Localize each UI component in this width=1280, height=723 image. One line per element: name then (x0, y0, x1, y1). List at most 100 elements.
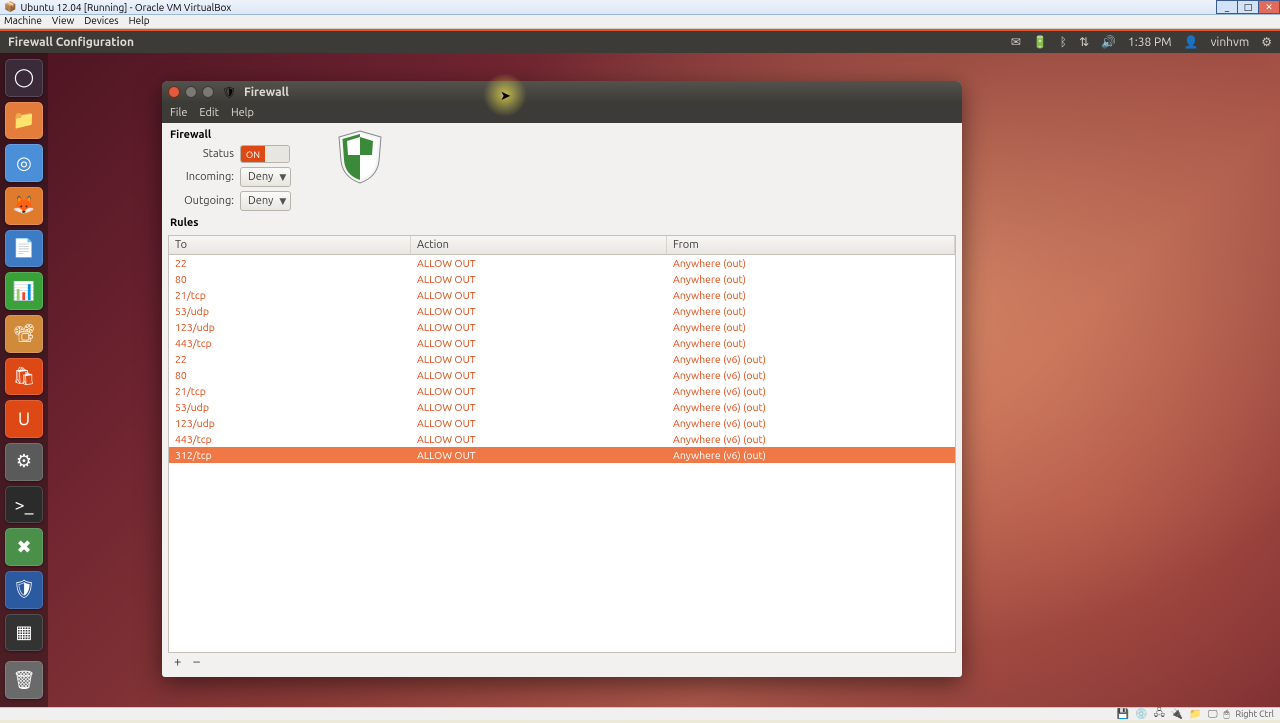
chevron-down-icon: ▼ (279, 196, 286, 207)
launcher-terminal[interactable]: >_ (5, 486, 43, 524)
rule-row[interactable]: 80ALLOW OUTAnywhere (out) (169, 271, 955, 287)
rule-row[interactable]: 21/tcpALLOW OUTAnywhere (out) (169, 287, 955, 303)
rule-row[interactable]: 123/udpALLOW OUTAnywhere (out) (169, 319, 955, 335)
clock[interactable]: 1:38 PM (1128, 36, 1172, 49)
rule-action: ALLOW OUT (411, 352, 667, 366)
rules-table: To Action From 22ALLOW OUTAnywhere (out)… (168, 235, 956, 653)
vb-cd-icon[interactable]: 💿 (1135, 708, 1147, 720)
menu-edit[interactable]: Edit (199, 107, 219, 119)
launcher-firefox[interactable]: 🦊 (5, 187, 43, 225)
vbox-close-button[interactable]: ✕ (1258, 0, 1280, 14)
rule-action: ALLOW OUT (411, 416, 667, 430)
window-minimize-button[interactable] (185, 86, 197, 98)
launcher-dash[interactable]: ◯ (5, 59, 43, 97)
vb-hd-icon[interactable]: 💾 (1117, 708, 1129, 720)
vb-shared-icon[interactable]: 📁 (1189, 708, 1201, 720)
section-rules-label: Rules (168, 215, 956, 231)
user-name[interactable]: vinhvm (1211, 36, 1250, 49)
column-to[interactable]: To (169, 236, 411, 254)
vbox-minimize-button[interactable]: _ (1216, 0, 1238, 14)
rule-action: ALLOW OUT (411, 288, 667, 302)
vbox-menu-machine[interactable]: Machine (4, 15, 42, 28)
vbox-menu-devices[interactable]: Devices (84, 15, 118, 28)
user-icon[interactable]: 👤 (1184, 35, 1199, 49)
rule-from: Anywhere (out) (667, 272, 955, 286)
rule-to: 21/tcp (169, 288, 411, 302)
section-firewall-label: Firewall (168, 127, 291, 143)
window-title: Firewall (244, 86, 289, 99)
rule-row[interactable]: 80ALLOW OUTAnywhere (v6) (out) (169, 367, 955, 383)
rule-row[interactable]: 22ALLOW OUTAnywhere (out) (169, 255, 955, 271)
launcher-files[interactable]: 📁 (5, 102, 43, 140)
launcher-ubuntu-one[interactable]: U (5, 400, 43, 438)
bluetooth-indicator-icon[interactable]: ᛒ (1060, 36, 1067, 49)
vbox-maximize-button[interactable]: □ (1237, 0, 1259, 14)
rule-action: ALLOW OUT (411, 384, 667, 398)
vbox-menu-view[interactable]: View (52, 15, 74, 28)
vb-mouse-icon[interactable]: 🖱 (1223, 708, 1229, 720)
rule-to: 123/udp (169, 416, 411, 430)
vb-usb-icon[interactable]: 🔌 (1171, 708, 1183, 720)
launcher-calc[interactable]: 📊 (5, 272, 43, 310)
rule-from: Anywhere (out) (667, 288, 955, 302)
launcher-impress[interactable]: 📽 (5, 315, 43, 353)
rule-row[interactable]: 53/udpALLOW OUTAnywhere (out) (169, 303, 955, 319)
vbox-statusbar: 💾 💿 🖧 🔌 📁 🖵 🖱 Right Ctrl (0, 707, 1280, 720)
status-toggle[interactable]: ON (240, 145, 290, 163)
rule-from: Anywhere (v6) (out) (667, 448, 955, 462)
rule-row[interactable]: 443/tcpALLOW OUTAnywhere (out) (169, 335, 955, 351)
incoming-combo[interactable]: Deny ▼ (240, 167, 291, 187)
outgoing-combo[interactable]: Deny ▼ (240, 191, 291, 211)
battery-indicator-icon[interactable]: 🔋 (1033, 35, 1048, 49)
launcher-ubuntu-sw[interactable]: 🛍 (5, 358, 43, 396)
vb-display-icon[interactable]: 🖵 (1208, 708, 1218, 720)
column-action[interactable]: Action (411, 236, 667, 254)
mail-indicator-icon[interactable]: ✉ (1011, 35, 1021, 49)
rule-to: 22 (169, 256, 411, 270)
rule-to: 443/tcp (169, 432, 411, 446)
window-titlebar[interactable]: 🛡 Firewall (162, 81, 962, 103)
column-from[interactable]: From (667, 236, 955, 254)
launcher-settings[interactable]: ⚙ (5, 443, 43, 481)
vbox-menu-help[interactable]: Help (129, 15, 150, 28)
window-maximize-button[interactable] (202, 86, 214, 98)
rule-row[interactable]: 312/tcpALLOW OUTAnywhere (v6) (out) (169, 447, 955, 463)
launcher-synaptic[interactable]: ✖ (5, 528, 43, 566)
rule-row[interactable]: 123/udpALLOW OUTAnywhere (v6) (out) (169, 415, 955, 431)
window-close-button[interactable] (168, 86, 180, 98)
active-app-title: Firewall Configuration (8, 36, 134, 49)
incoming-value: Deny (248, 171, 273, 183)
launcher-gufw[interactable]: 🛡 (5, 571, 43, 609)
rule-action: ALLOW OUT (411, 368, 667, 382)
rule-from: Anywhere (v6) (out) (667, 416, 955, 430)
rule-from: Anywhere (out) (667, 336, 955, 350)
rule-row[interactable]: 443/tcpALLOW OUTAnywhere (v6) (out) (169, 431, 955, 447)
chevron-down-icon: ▼ (279, 172, 286, 183)
launcher-workspace[interactable]: ▦ (5, 614, 43, 652)
rule-from: Anywhere (v6) (out) (667, 384, 955, 398)
rule-from: Anywhere (out) (667, 304, 955, 318)
vbox-title: Ubuntu 12.04 [Running] - Oracle VM Virtu… (16, 2, 231, 13)
session-gear-icon[interactable]: ⚙ (1261, 35, 1272, 49)
menu-help[interactable]: Help (231, 107, 254, 119)
rule-row[interactable]: 21/tcpALLOW OUTAnywhere (v6) (out) (169, 383, 955, 399)
sound-indicator-icon[interactable]: 🔊 (1101, 35, 1116, 49)
launcher-trash[interactable]: 🗑 (5, 661, 43, 699)
rule-to: 21/tcp (169, 384, 411, 398)
remove-rule-button[interactable]: – (193, 655, 199, 669)
rule-to: 22 (169, 352, 411, 366)
vbox-menubar: Machine View Devices Help (0, 15, 1280, 29)
launcher-writer[interactable]: 📄 (5, 230, 43, 268)
rule-action: ALLOW OUT (411, 432, 667, 446)
rules-header: To Action From (169, 236, 955, 255)
add-rule-button[interactable]: + (174, 655, 181, 669)
vbox-titlebar[interactable]: 📦 Ubuntu 12.04 [Running] - Oracle VM Vir… (0, 0, 1280, 15)
network-indicator-icon[interactable]: ⇅ (1079, 35, 1089, 49)
rule-row[interactable]: 22ALLOW OUTAnywhere (v6) (out) (169, 351, 955, 367)
launcher-chromium[interactable]: ◎ (5, 144, 43, 182)
rule-action: ALLOW OUT (411, 336, 667, 350)
rule-row[interactable]: 53/udpALLOW OUTAnywhere (v6) (out) (169, 399, 955, 415)
rule-to: 80 (169, 272, 411, 286)
menu-file[interactable]: File (170, 107, 187, 119)
rules-list[interactable]: 22ALLOW OUTAnywhere (out)80ALLOW OUTAnyw… (169, 255, 955, 463)
